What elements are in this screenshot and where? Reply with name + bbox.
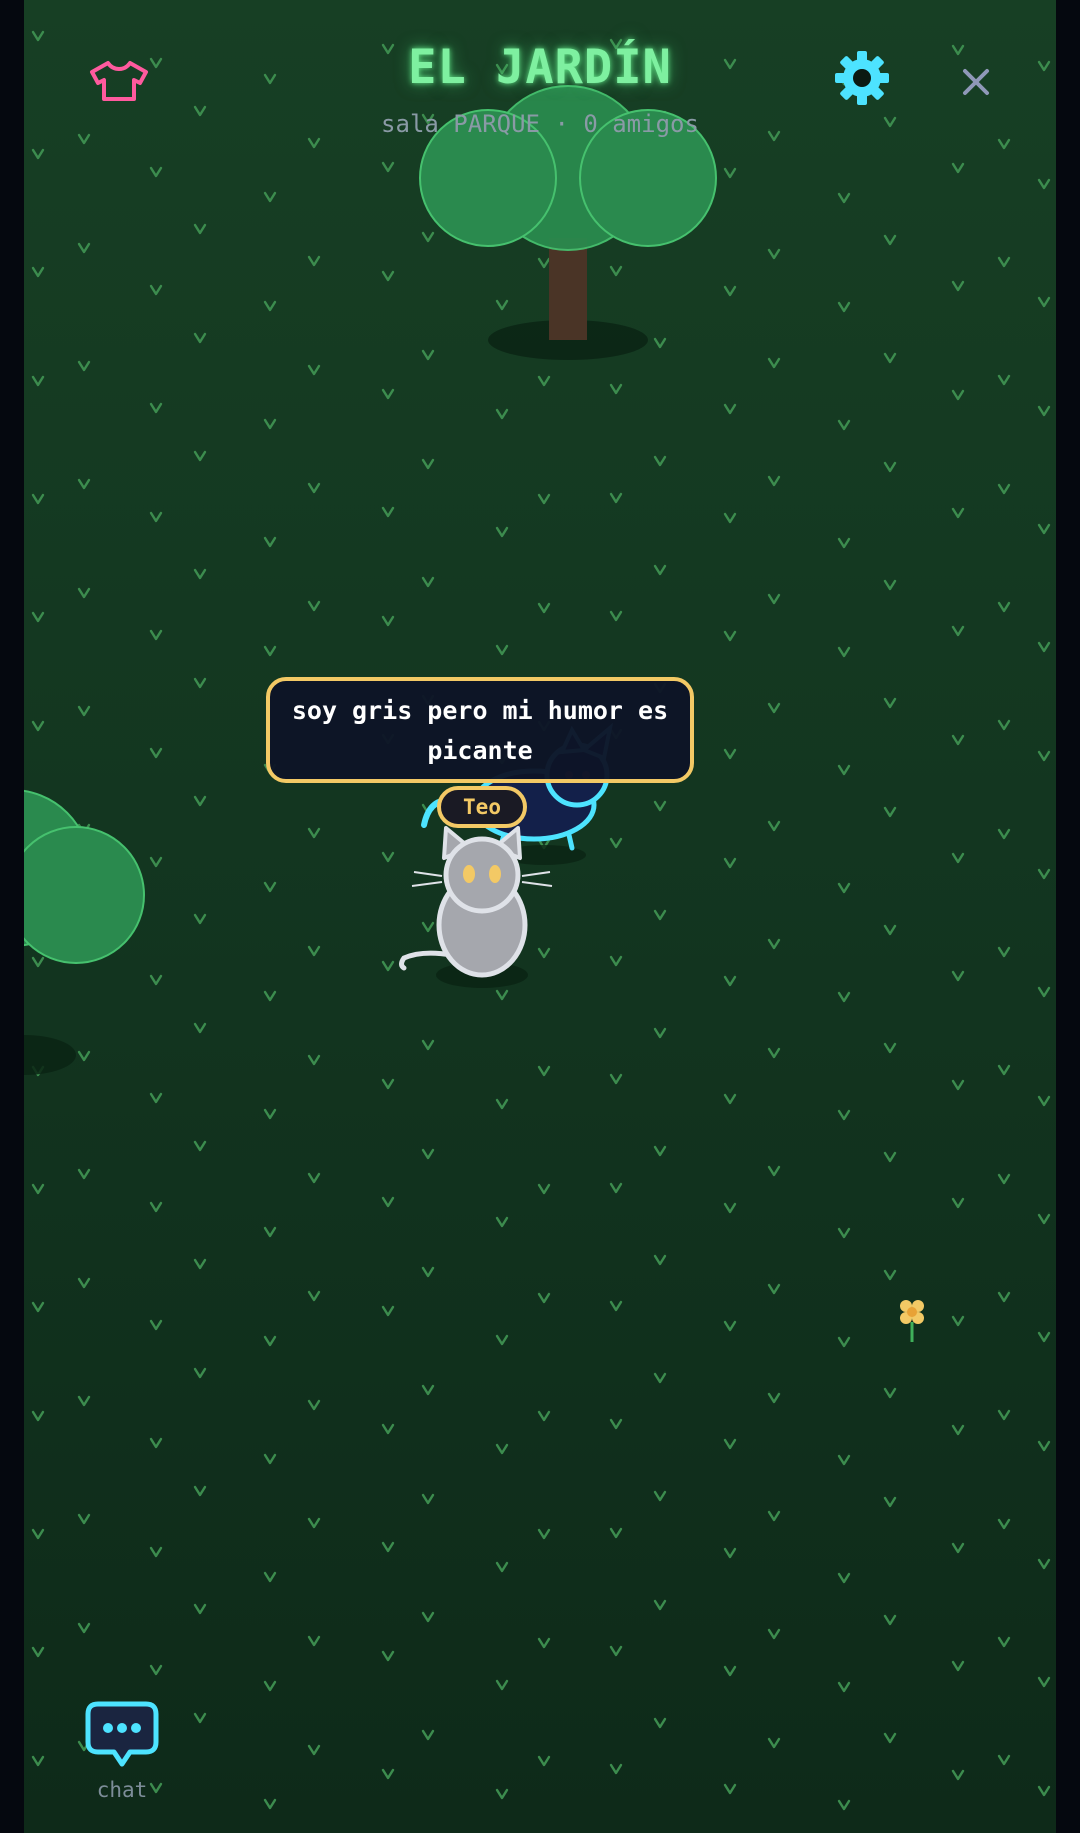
tshirt-icon [90, 61, 148, 101]
garden-scene [24, 85, 924, 1342]
chat-bubble-icon [85, 1701, 159, 1767]
speech-bubble: soy gris pero mi humor es picante [266, 677, 694, 783]
page-title: EL JARDÍN [408, 40, 672, 95]
gear-icon [835, 51, 889, 105]
flower [900, 1300, 924, 1342]
chat-label: chat [96, 1778, 148, 1802]
game-stage[interactable]: EL JARDÍN sala PARQUE · 0 amigos soy gri… [24, 0, 1056, 1833]
tree-left [24, 789, 145, 1075]
close-button[interactable] [954, 60, 998, 104]
settings-button[interactable] [832, 48, 892, 108]
wardrobe-button[interactable] [84, 56, 154, 106]
room-status: sala PARQUE · 0 amigos [381, 110, 699, 138]
chat-button[interactable] [84, 1700, 160, 1770]
close-icon [963, 69, 989, 95]
player-name-tag: Teo [437, 786, 527, 828]
